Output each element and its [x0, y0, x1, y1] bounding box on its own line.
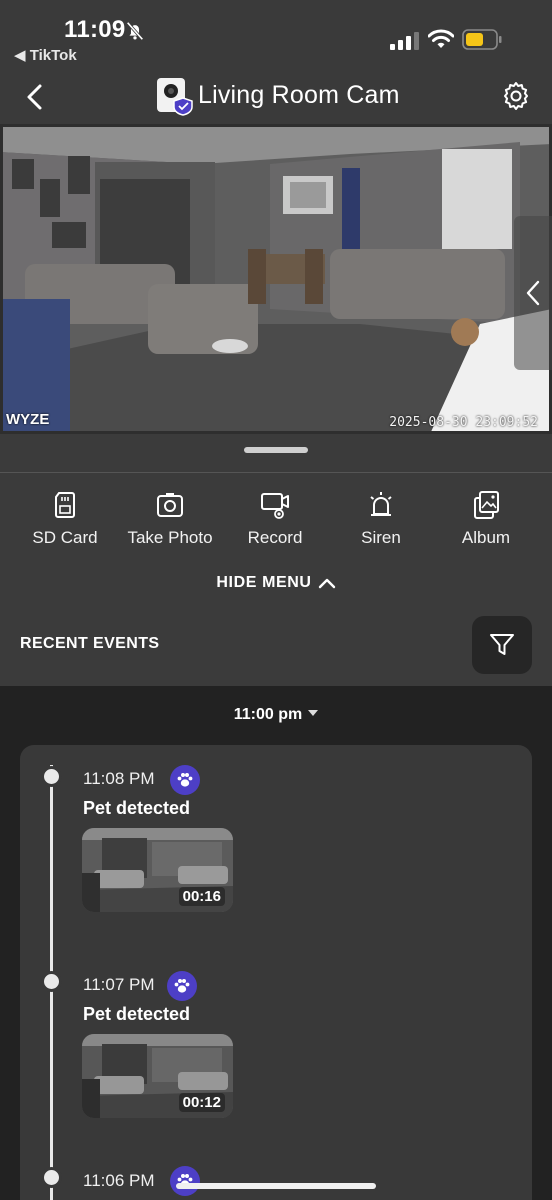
video-timestamp: 2025-08-30 23:09:52	[389, 415, 538, 430]
event-thumbnail[interactable]: 00:16	[82, 828, 233, 912]
siren-label: Siren	[361, 528, 401, 547]
wifi-icon	[428, 29, 454, 48]
take-photo-label: Take Photo	[127, 528, 213, 547]
camera-thumbnail	[157, 78, 193, 116]
event-time: 11:08 PM	[83, 769, 155, 788]
caret-down-icon	[308, 710, 319, 716]
paw-icon	[170, 1166, 200, 1196]
album-button[interactable]: Album	[433, 490, 539, 548]
record-button[interactable]: Record	[222, 490, 328, 548]
video-side-drawer-tab[interactable]	[514, 216, 552, 370]
back-to-app-link[interactable]: ◀ TikTok	[14, 46, 77, 64]
sd-card-icon	[55, 492, 75, 518]
event-duration: 00:12	[178, 1093, 225, 1112]
event-title: Pet detected	[83, 1004, 191, 1024]
hour-dropdown[interactable]: 11:00 pm	[0, 706, 552, 724]
divider	[0, 472, 552, 473]
home-indicator[interactable]	[176, 1183, 376, 1189]
recent-events-heading: RECENT EVENTS	[20, 635, 160, 652]
camera-icon	[157, 493, 183, 517]
hour-dropdown-value: 11:00 pm	[233, 706, 303, 723]
events-timeline-card: 11:08 PM Pet detected 00:16 11:07 PM Pet	[20, 745, 532, 1200]
battery-icon	[462, 29, 502, 50]
paw-icon	[167, 971, 197, 1001]
chevron-up-icon	[318, 578, 335, 589]
page-title: Living Room Cam	[198, 81, 400, 109]
status-bar: 11:09 ◀ TikTok	[0, 0, 552, 70]
paw-icon	[170, 765, 200, 795]
control-menu: SD Card Take Photo Record Siren Album HI…	[0, 434, 552, 686]
top-nav: Living Room Cam	[0, 70, 552, 124]
event-duration: 00:16	[178, 887, 225, 906]
sd-card-label: SD Card	[32, 528, 98, 547]
sd-card-button[interactable]: SD Card	[12, 490, 118, 548]
album-label: Album	[461, 528, 511, 547]
siren-icon	[370, 492, 392, 516]
signal-icon	[390, 32, 419, 50]
timeline-dot	[41, 1167, 62, 1188]
siren-button[interactable]: Siren	[328, 490, 434, 548]
timeline-dot	[41, 971, 62, 992]
live-video-feed[interactable]: WYZE 2025-08-30 23:09:52	[0, 124, 552, 434]
drag-handle[interactable]	[244, 447, 308, 453]
timeline-dot	[41, 766, 62, 787]
back-chevron-icon[interactable]	[22, 82, 50, 112]
chevron-left-icon	[526, 280, 540, 306]
record-icon	[261, 493, 289, 519]
event-time: 11:07 PM	[83, 975, 155, 994]
bell-slash-icon	[126, 21, 144, 41]
event-thumbnail[interactable]: 00:12	[82, 1034, 233, 1118]
events-panel: 11:00 pm 11:08 PM Pet detected 00:16 11:…	[0, 686, 552, 1200]
filter-button[interactable]	[472, 616, 532, 674]
gear-icon[interactable]	[500, 80, 532, 112]
filter-icon	[490, 634, 514, 655]
album-icon	[474, 491, 499, 519]
event-time: 11:06 PM	[83, 1171, 155, 1190]
live-video-image	[0, 124, 552, 434]
event-title: Pet detected	[83, 798, 191, 818]
take-photo-button[interactable]: Take Photo	[117, 490, 223, 548]
hide-menu-label: HIDE MENU	[216, 574, 312, 591]
video-watermark: WYZE	[6, 411, 50, 428]
hide-menu-toggle[interactable]: HIDE MENU	[0, 574, 552, 592]
status-time: 11:09	[64, 16, 126, 43]
record-label: Record	[247, 528, 303, 547]
